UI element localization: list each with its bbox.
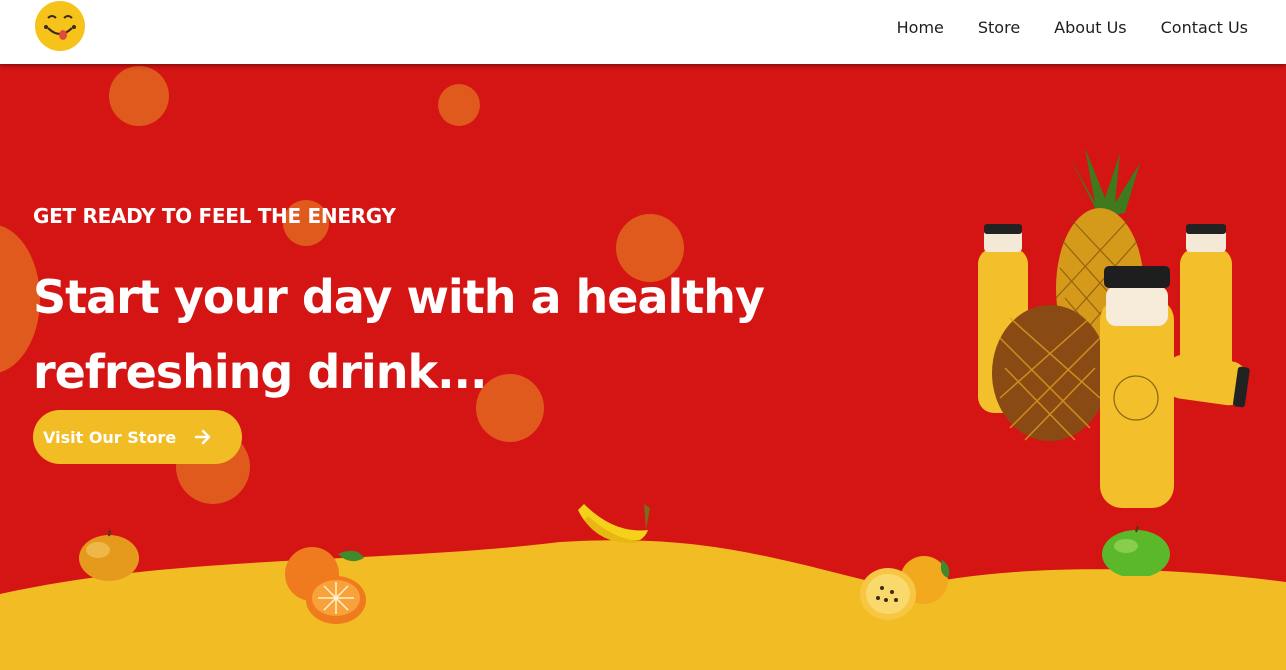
hero-eyebrow: GET READY TO FEEL THE ENERGY	[33, 204, 396, 228]
nav-home[interactable]: Home	[897, 18, 944, 37]
visit-store-label: Visit Our Store	[43, 427, 177, 447]
hero-headline: Start your day with a healthy refreshing…	[33, 260, 833, 410]
nav-contact-us[interactable]: Contact Us	[1161, 18, 1248, 37]
green-apple	[1102, 526, 1170, 576]
bananas	[578, 504, 650, 544]
visit-store-button[interactable]: Visit Our Store	[33, 410, 242, 464]
passion-fruit	[860, 556, 950, 620]
nav-store[interactable]: Store	[978, 18, 1020, 37]
mango	[79, 530, 139, 581]
nav-links: Home Store About Us Contact Us	[897, 18, 1248, 37]
juice-bottles-and-pineapples	[978, 148, 1250, 508]
oranges	[285, 547, 366, 624]
hero-section: GET READY TO FEEL THE ENERGY Start your …	[0, 64, 1286, 670]
nav-about-us[interactable]: About Us	[1054, 18, 1126, 37]
headline-line-1: Start your day with a healthy	[33, 270, 765, 324]
smiley-logo[interactable]	[34, 0, 86, 52]
headline-line-2: refreshing drink...	[33, 345, 488, 399]
arrow-right-icon	[194, 429, 211, 445]
navbar: Home Store About Us Contact Us	[0, 0, 1286, 64]
